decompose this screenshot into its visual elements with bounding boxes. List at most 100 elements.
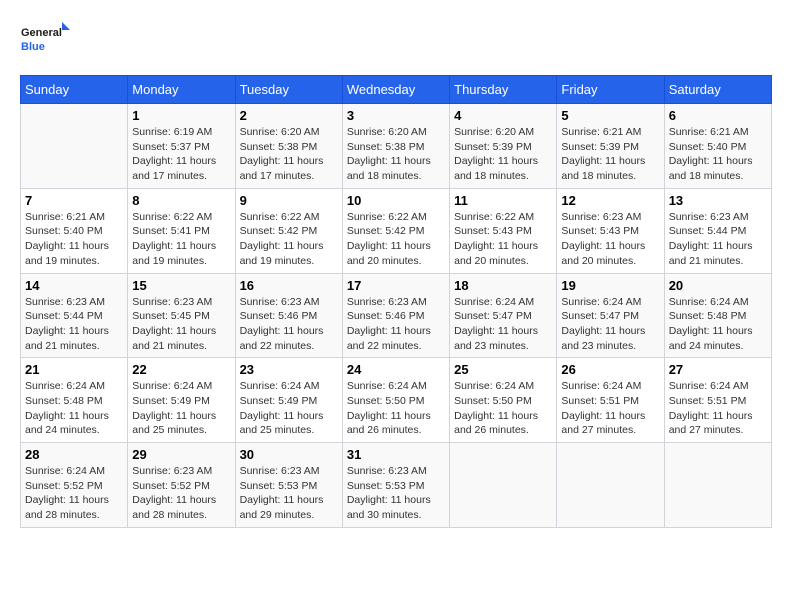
calendar-cell: 7 Sunrise: 6:21 AM Sunset: 5:40 PM Daylig… <box>21 188 128 273</box>
day-info: Sunrise: 6:19 AM Sunset: 5:37 PM Dayligh… <box>132 125 230 184</box>
calendar-cell: 23 Sunrise: 6:24 AM Sunset: 5:49 PM Dayli… <box>235 358 342 443</box>
logo-svg: General Blue <box>20 20 70 65</box>
calendar-cell: 9 Sunrise: 6:22 AM Sunset: 5:42 PM Daylig… <box>235 188 342 273</box>
calendar-header-tuesday: Tuesday <box>235 76 342 104</box>
day-info: Sunrise: 6:24 AM Sunset: 5:47 PM Dayligh… <box>454 295 552 354</box>
calendar-cell: 20 Sunrise: 6:24 AM Sunset: 5:48 PM Dayli… <box>664 273 771 358</box>
calendar-cell: 31Sunrise: 6:23 AM Sunset: 5:53 PM Dayli… <box>342 443 449 528</box>
calendar-cell: 26 Sunrise: 6:24 AM Sunset: 5:51 PM Dayli… <box>557 358 664 443</box>
calendar-cell: 30 Sunrise: 6:23 AM Sunset: 5:53 PM Dayli… <box>235 443 342 528</box>
day-info: Sunrise: 6:21 AM Sunset: 5:40 PM Dayligh… <box>25 210 123 269</box>
calendar-cell: 6Sunrise: 6:21 AM Sunset: 5:40 PM Daylig… <box>664 104 771 189</box>
day-info: Sunrise: 6:24 AM Sunset: 5:48 PM Dayligh… <box>669 295 767 354</box>
day-info: Sunrise: 6:22 AM Sunset: 5:42 PM Dayligh… <box>347 210 445 269</box>
calendar-cell: 19 Sunrise: 6:24 AM Sunset: 5:47 PM Dayli… <box>557 273 664 358</box>
calendar-cell: 5 Sunrise: 6:21 AM Sunset: 5:39 PM Daylig… <box>557 104 664 189</box>
calendar-week-row: 7 Sunrise: 6:21 AM Sunset: 5:40 PM Daylig… <box>21 188 772 273</box>
day-info: Sunrise: 6:20 AM Sunset: 5:38 PM Dayligh… <box>347 125 445 184</box>
calendar-cell: 29 Sunrise: 6:23 AM Sunset: 5:52 PM Dayli… <box>128 443 235 528</box>
day-number: 1 <box>132 108 230 123</box>
calendar-cell: 2 Sunrise: 6:20 AM Sunset: 5:38 PM Daylig… <box>235 104 342 189</box>
calendar-cell: 8 Sunrise: 6:22 AM Sunset: 5:41 PM Daylig… <box>128 188 235 273</box>
day-number: 20 <box>669 278 767 293</box>
day-number: 26 <box>561 362 659 377</box>
day-number: 15 <box>132 278 230 293</box>
day-number: 19 <box>561 278 659 293</box>
day-info: Sunrise: 6:20 AM Sunset: 5:38 PM Dayligh… <box>240 125 338 184</box>
day-number: 18 <box>454 278 552 293</box>
calendar-cell: 27Sunrise: 6:24 AM Sunset: 5:51 PM Dayli… <box>664 358 771 443</box>
day-info: Sunrise: 6:24 AM Sunset: 5:52 PM Dayligh… <box>25 464 123 523</box>
day-info: Sunrise: 6:23 AM Sunset: 5:45 PM Dayligh… <box>132 295 230 354</box>
calendar-cell: 18 Sunrise: 6:24 AM Sunset: 5:47 PM Dayli… <box>450 273 557 358</box>
day-number: 8 <box>132 193 230 208</box>
calendar-cell: 24 Sunrise: 6:24 AM Sunset: 5:50 PM Dayli… <box>342 358 449 443</box>
page-header: General Blue <box>20 20 772 65</box>
calendar-cell: 21Sunrise: 6:24 AM Sunset: 5:48 PM Dayli… <box>21 358 128 443</box>
calendar-cell: 22Sunrise: 6:24 AM Sunset: 5:49 PM Dayli… <box>128 358 235 443</box>
calendar-cell <box>450 443 557 528</box>
calendar-header-monday: Monday <box>128 76 235 104</box>
calendar-table: SundayMondayTuesdayWednesdayThursdayFrid… <box>20 75 772 528</box>
day-number: 7 <box>25 193 123 208</box>
calendar-cell: 17Sunrise: 6:23 AM Sunset: 5:46 PM Dayli… <box>342 273 449 358</box>
day-number: 24 <box>347 362 445 377</box>
calendar-header-sunday: Sunday <box>21 76 128 104</box>
day-info: Sunrise: 6:24 AM Sunset: 5:47 PM Dayligh… <box>561 295 659 354</box>
calendar-cell: 4 Sunrise: 6:20 AM Sunset: 5:39 PM Daylig… <box>450 104 557 189</box>
day-number: 30 <box>240 447 338 462</box>
day-number: 14 <box>25 278 123 293</box>
day-number: 12 <box>561 193 659 208</box>
day-info: Sunrise: 6:21 AM Sunset: 5:40 PM Dayligh… <box>669 125 767 184</box>
day-number: 29 <box>132 447 230 462</box>
calendar-week-row: 1 Sunrise: 6:19 AM Sunset: 5:37 PM Daylig… <box>21 104 772 189</box>
day-number: 21 <box>25 362 123 377</box>
calendar-cell: 14 Sunrise: 6:23 AM Sunset: 5:44 PM Dayli… <box>21 273 128 358</box>
day-info: Sunrise: 6:23 AM Sunset: 5:52 PM Dayligh… <box>132 464 230 523</box>
calendar-cell: 12 Sunrise: 6:23 AM Sunset: 5:43 PM Dayli… <box>557 188 664 273</box>
calendar-cell: 16Sunrise: 6:23 AM Sunset: 5:46 PM Dayli… <box>235 273 342 358</box>
calendar-week-row: 21Sunrise: 6:24 AM Sunset: 5:48 PM Dayli… <box>21 358 772 443</box>
calendar-cell <box>664 443 771 528</box>
day-info: Sunrise: 6:22 AM Sunset: 5:41 PM Dayligh… <box>132 210 230 269</box>
svg-text:Blue: Blue <box>21 41 45 53</box>
calendar-week-row: 28 Sunrise: 6:24 AM Sunset: 5:52 PM Dayli… <box>21 443 772 528</box>
day-number: 2 <box>240 108 338 123</box>
calendar-header-saturday: Saturday <box>664 76 771 104</box>
day-info: Sunrise: 6:23 AM Sunset: 5:53 PM Dayligh… <box>240 464 338 523</box>
day-number: 23 <box>240 362 338 377</box>
day-number: 9 <box>240 193 338 208</box>
calendar-cell: 28 Sunrise: 6:24 AM Sunset: 5:52 PM Dayli… <box>21 443 128 528</box>
logo: General Blue <box>20 20 70 65</box>
calendar-header-thursday: Thursday <box>450 76 557 104</box>
day-info: Sunrise: 6:24 AM Sunset: 5:49 PM Dayligh… <box>240 379 338 438</box>
day-number: 28 <box>25 447 123 462</box>
day-number: 13 <box>669 193 767 208</box>
calendar-header-wednesday: Wednesday <box>342 76 449 104</box>
day-number: 3 <box>347 108 445 123</box>
day-info: Sunrise: 6:24 AM Sunset: 5:50 PM Dayligh… <box>454 379 552 438</box>
calendar-header-friday: Friday <box>557 76 664 104</box>
day-info: Sunrise: 6:23 AM Sunset: 5:43 PM Dayligh… <box>561 210 659 269</box>
calendar-cell: 10 Sunrise: 6:22 AM Sunset: 5:42 PM Dayli… <box>342 188 449 273</box>
day-info: Sunrise: 6:24 AM Sunset: 5:49 PM Dayligh… <box>132 379 230 438</box>
day-number: 5 <box>561 108 659 123</box>
day-info: Sunrise: 6:22 AM Sunset: 5:42 PM Dayligh… <box>240 210 338 269</box>
day-number: 4 <box>454 108 552 123</box>
day-info: Sunrise: 6:24 AM Sunset: 5:50 PM Dayligh… <box>347 379 445 438</box>
day-number: 27 <box>669 362 767 377</box>
calendar-cell: 11Sunrise: 6:22 AM Sunset: 5:43 PM Dayli… <box>450 188 557 273</box>
calendar-cell: 3 Sunrise: 6:20 AM Sunset: 5:38 PM Daylig… <box>342 104 449 189</box>
day-info: Sunrise: 6:23 AM Sunset: 5:44 PM Dayligh… <box>25 295 123 354</box>
day-number: 10 <box>347 193 445 208</box>
calendar-cell: 25 Sunrise: 6:24 AM Sunset: 5:50 PM Dayli… <box>450 358 557 443</box>
day-info: Sunrise: 6:24 AM Sunset: 5:51 PM Dayligh… <box>561 379 659 438</box>
day-number: 25 <box>454 362 552 377</box>
calendar-week-row: 14 Sunrise: 6:23 AM Sunset: 5:44 PM Dayli… <box>21 273 772 358</box>
day-info: Sunrise: 6:21 AM Sunset: 5:39 PM Dayligh… <box>561 125 659 184</box>
calendar-cell <box>557 443 664 528</box>
day-info: Sunrise: 6:20 AM Sunset: 5:39 PM Dayligh… <box>454 125 552 184</box>
calendar-header-row: SundayMondayTuesdayWednesdayThursdayFrid… <box>21 76 772 104</box>
day-number: 17 <box>347 278 445 293</box>
calendar-cell: 1 Sunrise: 6:19 AM Sunset: 5:37 PM Daylig… <box>128 104 235 189</box>
